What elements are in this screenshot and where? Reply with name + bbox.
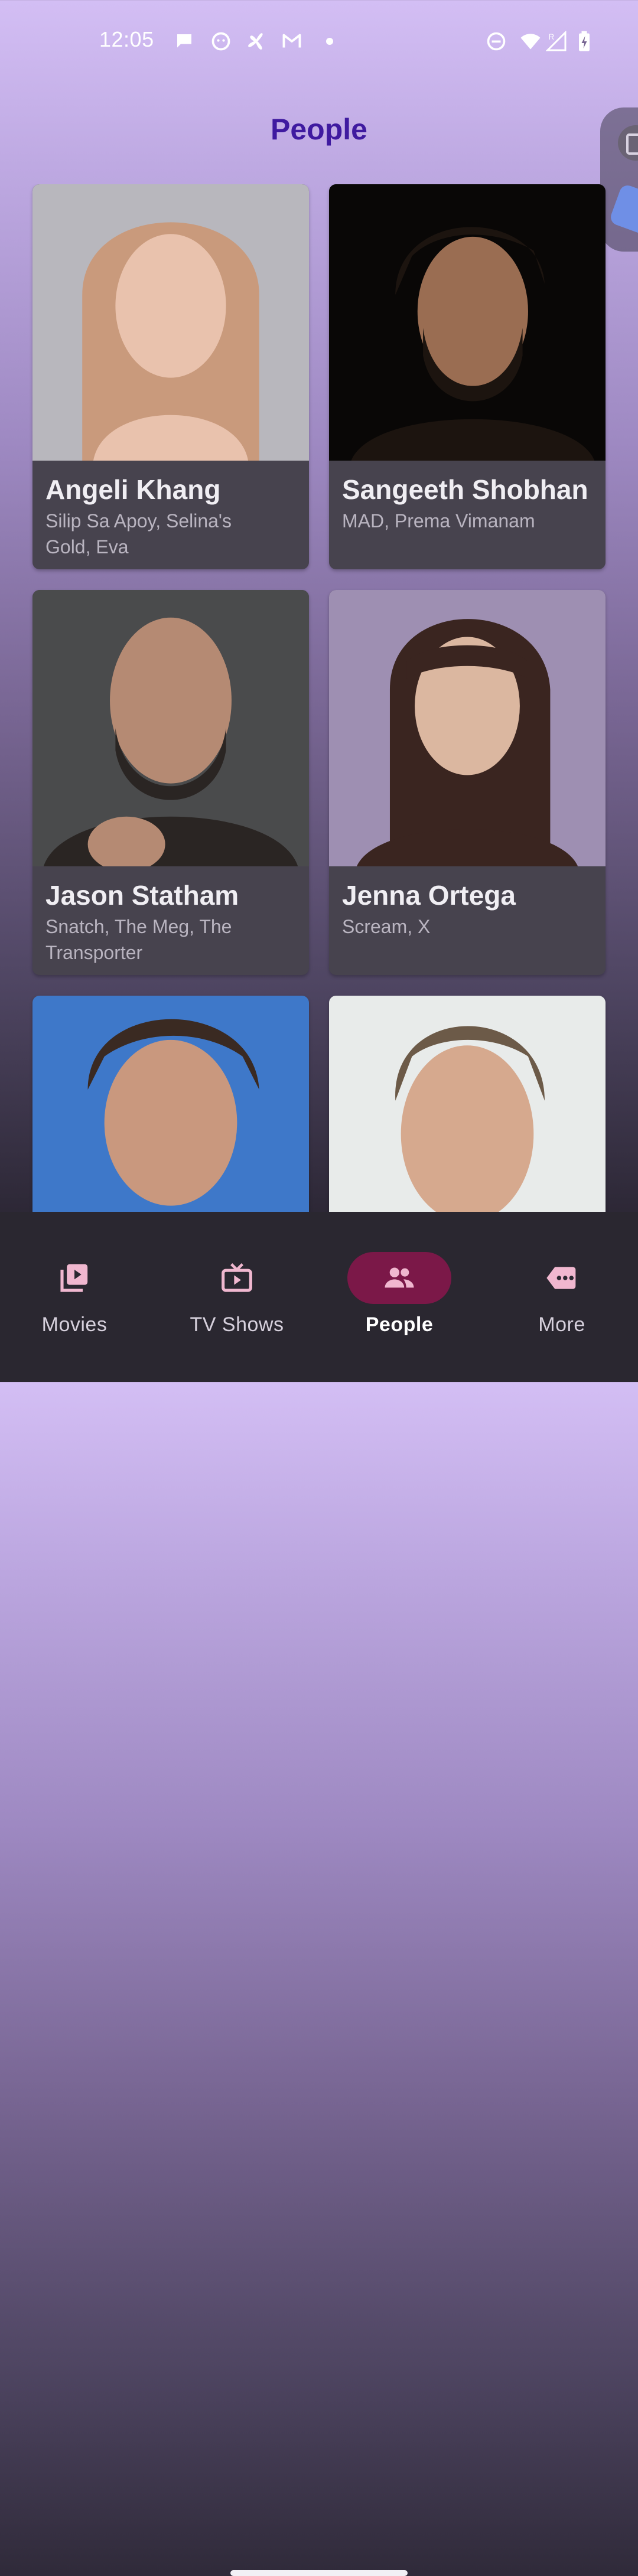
person-card[interactable]: Angeli Khang Silip Sa Apoy, Selina's Gol… xyxy=(32,184,309,569)
widget-checkbox-icon[interactable] xyxy=(618,125,638,161)
home-indicator[interactable] xyxy=(230,2570,408,2576)
chat-bubble-icon xyxy=(174,31,195,52)
nav-label: More xyxy=(538,1313,585,1336)
face-icon xyxy=(210,31,232,52)
person-known-for: Snatch, The Meg, The Transporter xyxy=(45,916,232,963)
person-photo xyxy=(32,996,309,1212)
signal-roaming-icon: R xyxy=(546,31,567,52)
pinwheel-icon xyxy=(246,31,267,52)
person-card[interactable]: Jason Statham Snatch, The Meg, The Trans… xyxy=(32,590,309,975)
battery-charging-icon xyxy=(577,31,592,52)
photo-face xyxy=(115,234,226,378)
person-card[interactable] xyxy=(32,996,309,1212)
gmail-icon xyxy=(281,31,302,52)
photo-face xyxy=(104,1039,237,1206)
person-card[interactable]: Jenna Ortega Scream, X xyxy=(329,590,606,975)
nav-item-movies[interactable]: Movies xyxy=(6,1231,142,1343)
nav-label: People xyxy=(365,1313,434,1336)
page-title: People xyxy=(271,113,367,146)
tv-icon xyxy=(220,1261,253,1294)
photo-face xyxy=(110,617,232,784)
person-name: Angeli Khang xyxy=(45,474,221,505)
person-photo xyxy=(32,590,309,866)
person-photo xyxy=(329,996,606,1212)
person-known-for: MAD, Prema Vimanam xyxy=(342,510,535,531)
people-icon xyxy=(383,1261,416,1294)
person-photo xyxy=(329,590,606,866)
wifi-icon xyxy=(517,31,543,52)
person-name: Jenna Ortega xyxy=(342,880,516,911)
nav-item-tv-shows[interactable]: TV Shows xyxy=(169,1231,305,1343)
person-name: Sangeeth Shobhan xyxy=(342,474,588,505)
person-known-for: Scream, X xyxy=(342,916,431,937)
dot-icon xyxy=(323,31,344,52)
person-name: Jason Statham xyxy=(45,880,239,911)
person-photo xyxy=(329,184,606,461)
nav-item-people[interactable]: People xyxy=(331,1231,467,1343)
bottom-navigation: Movies TV Shows People More xyxy=(0,1212,638,2576)
more-tag-icon xyxy=(545,1261,578,1294)
do-not-disturb-icon xyxy=(486,31,507,52)
status-bar: 12:05 R xyxy=(0,0,638,83)
person-known-for: Silip Sa Apoy, Selina's Gold, Eva xyxy=(45,510,232,557)
nav-label: Movies xyxy=(41,1313,108,1336)
nav-item-more[interactable]: More xyxy=(494,1231,630,1343)
people-grid[interactable]: Angeli Khang Silip Sa Apoy, Selina's Gol… xyxy=(0,184,638,1212)
person-photo xyxy=(32,184,309,461)
movie-library-icon xyxy=(58,1261,91,1294)
status-time: 12:05 xyxy=(99,27,154,51)
person-card[interactable]: Sangeeth Shobhan MAD, Prema Vimanam xyxy=(329,184,606,569)
nav-label: TV Shows xyxy=(190,1313,284,1336)
person-card[interactable] xyxy=(329,996,606,1212)
svg-text:R: R xyxy=(549,32,555,41)
